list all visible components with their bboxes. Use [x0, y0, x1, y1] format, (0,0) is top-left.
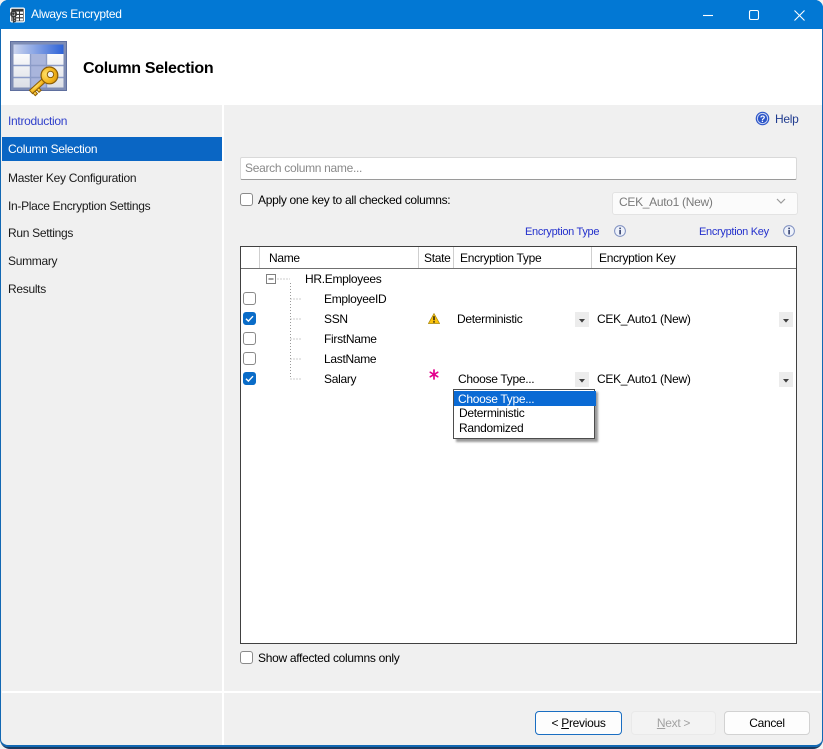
svg-text:?: ? [760, 114, 765, 124]
